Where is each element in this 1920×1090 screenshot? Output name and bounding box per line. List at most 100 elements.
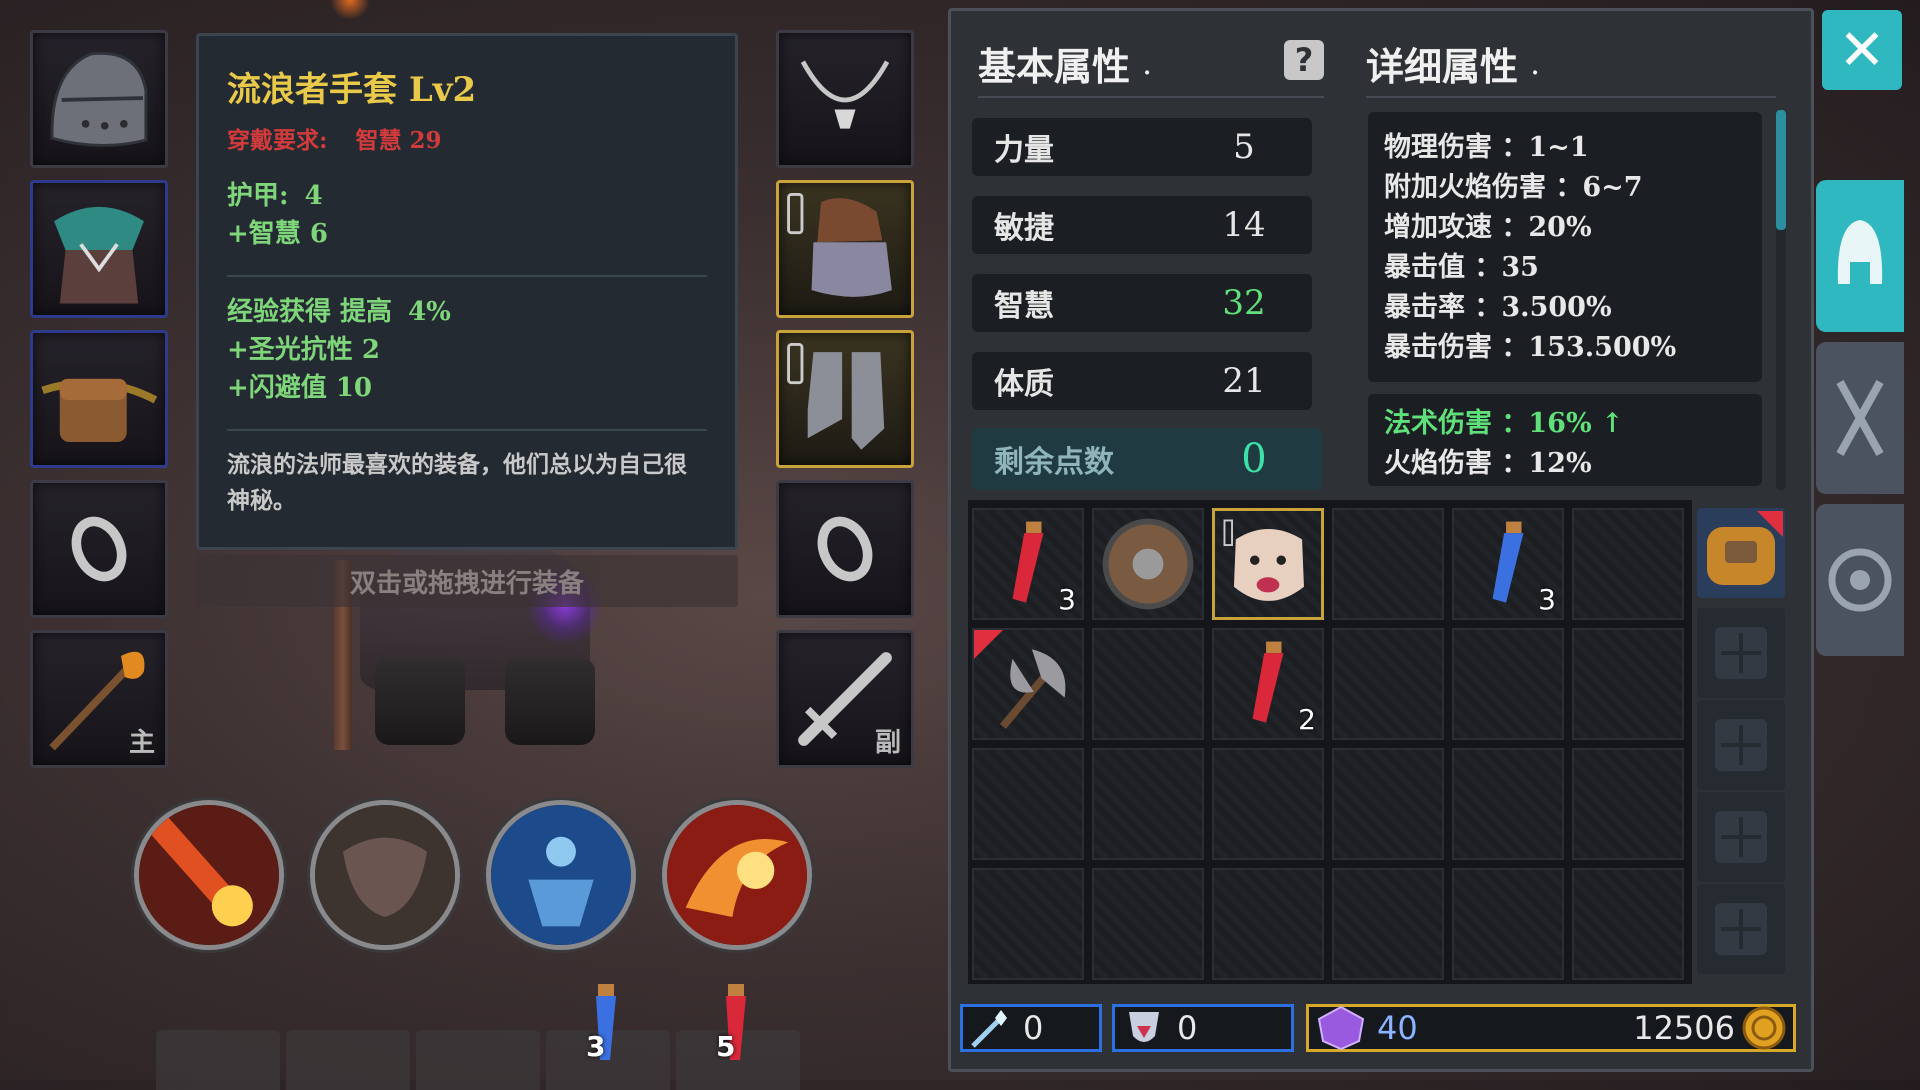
inventory-slot[interactable] (1092, 628, 1204, 740)
inventory-slot[interactable]: 3 (1452, 508, 1564, 620)
equip-slot-helmet[interactable] (30, 30, 168, 168)
inventory-slot[interactable] (1212, 748, 1324, 860)
detail-line: 附加火焰伤害 ：6~7 (1384, 172, 1643, 203)
detail-scroll-thumb[interactable] (1776, 110, 1786, 230)
detail-attributes-title: 详细属性 · (1366, 36, 1539, 91)
inventory-slot[interactable] (1452, 628, 1564, 740)
fire-damage-line: 火焰伤害 ：12% (1384, 448, 1592, 479)
add-bag-icon (1715, 811, 1767, 863)
equip-slot-chest[interactable] (30, 180, 168, 318)
beast-icon (315, 805, 455, 945)
shard-amount: 0 (1177, 1009, 1198, 1047)
add-bag-icon (1715, 627, 1767, 679)
skill-fire-wave[interactable] (662, 800, 812, 950)
crossed-swords-tab-icon (1836, 380, 1884, 456)
equip-slot-main-weapon[interactable]: 主 (30, 630, 168, 768)
character-boot-left (375, 660, 465, 745)
detail-header-text: 详细属性 (1366, 44, 1519, 89)
meteor-icon (139, 805, 279, 945)
detail-line: 物理伤害 ：1~1 (1384, 132, 1589, 163)
hotbar-slot-4[interactable]: 3 (546, 984, 670, 1090)
inventory-slot[interactable]: 2 (1212, 628, 1324, 740)
tooltip-divider (227, 429, 707, 431)
hotbar-red-count: 5 (716, 1030, 736, 1063)
axe-icon (974, 630, 1066, 729)
inventory-slot[interactable] (1572, 628, 1684, 740)
necklace-icon (800, 60, 890, 129)
add-bag-icon (1715, 719, 1767, 771)
bag-slot-empty[interactable] (1697, 884, 1785, 974)
inventory-slot[interactable] (1572, 868, 1684, 980)
detail-line: 暴击值 ：35 (1384, 252, 1539, 283)
tab-skills[interactable] (1816, 342, 1904, 494)
equip-slot-off-weapon[interactable]: 副 (776, 630, 914, 768)
inventory-slot[interactable] (1212, 868, 1324, 980)
equip-slot-necklace[interactable] (776, 30, 914, 168)
inventory-slot[interactable] (1092, 868, 1204, 980)
currency-crystal: 0 (960, 1004, 1102, 1052)
stat-value: 21 (1222, 361, 1266, 401)
ring-icon (71, 516, 127, 582)
inventory-slot[interactable] (1092, 748, 1204, 860)
armor-label: 护甲: (227, 181, 289, 211)
gold-coin-icon (1742, 1006, 1786, 1050)
inventory-slot[interactable] (1332, 868, 1444, 980)
fire-wave-icon (667, 805, 807, 945)
inventory-slot[interactable] (1092, 508, 1204, 620)
inventory-slot[interactable] (972, 868, 1084, 980)
hotbar-slot-1[interactable] (156, 1030, 280, 1090)
stat-value: 5 (1233, 127, 1255, 167)
item-description: 流浪的法师最喜欢的装备，他们总以为自己很神秘。 (227, 451, 687, 514)
currency-gem-gold: 40 12506 (1306, 1004, 1796, 1052)
equip-slot-ring-right[interactable] (776, 480, 914, 618)
inventory-slot[interactable] (1452, 748, 1564, 860)
stat-row-agility: 敏捷 14 (972, 196, 1312, 254)
item-count: 3 (1538, 583, 1556, 616)
inventory-slot[interactable] (1332, 748, 1444, 860)
bag-slot-active[interactable] (1697, 508, 1785, 598)
skill-meteor[interactable] (134, 800, 284, 950)
bag-slot-empty[interactable] (1697, 608, 1785, 698)
boots-icon (787, 343, 885, 450)
inventory-slot[interactable] (1452, 868, 1564, 980)
detail-stats-box: 物理伤害 ：1~1 附加火焰伤害 ：6~7 增加攻速 ：20% 暴击值 ：35 … (1368, 112, 1762, 382)
add-bag-icon (1715, 903, 1767, 955)
inventory-slot[interactable] (1572, 748, 1684, 860)
help-button[interactable]: ? (1284, 40, 1324, 80)
remaining-points: 剩余点数 0 (972, 428, 1322, 490)
tab-settings[interactable] (1816, 504, 1904, 656)
equip-slot-ring-left[interactable] (30, 480, 168, 618)
crystal-amount: 0 (1023, 1009, 1044, 1047)
hotbar-slot-2[interactable] (286, 1030, 410, 1090)
torch-glow (330, 0, 370, 20)
tab-equipment[interactable] (1816, 180, 1904, 332)
equip-slot-belt[interactable] (30, 330, 168, 468)
item-count: 3 (1058, 583, 1076, 616)
inventory-slot[interactable] (1332, 628, 1444, 740)
stat-value: 32 (1222, 283, 1266, 323)
skill-frost[interactable] (486, 800, 636, 950)
inventory-slot[interactable]: 3 (972, 508, 1084, 620)
inventory-slot[interactable] (1572, 508, 1684, 620)
basic-header-dot: · (1143, 60, 1151, 86)
inventory-slot[interactable] (1332, 508, 1444, 620)
pouch-icon (41, 378, 158, 443)
stat-value: 14 (1222, 205, 1266, 245)
bag-slot-empty[interactable] (1697, 792, 1785, 882)
close-button[interactable]: ✕ (1822, 10, 1902, 90)
stat-line: +智慧 6 (227, 219, 328, 249)
inventory-slot-selected[interactable] (1212, 508, 1324, 620)
bag-slot-empty[interactable] (1697, 700, 1785, 790)
equip-hint: 双击或拖拽进行装备 (196, 555, 738, 607)
equip-slot-gloves[interactable] (776, 180, 914, 318)
inventory-slot[interactable] (972, 628, 1084, 740)
detail-line: 暴击伤害 ：153.500% (1384, 332, 1677, 363)
hotbar-slot-5[interactable]: 5 (676, 984, 800, 1090)
item-count: 2 (1298, 703, 1316, 736)
inventory-slot[interactable] (972, 748, 1084, 860)
hotbar-blue-count: 3 (586, 1030, 606, 1063)
hotbar-slot-3[interactable] (416, 1030, 540, 1090)
skill-summon[interactable] (310, 800, 460, 950)
equip-slot-boots[interactable] (776, 330, 914, 468)
backpack-icon (1707, 511, 1783, 585)
